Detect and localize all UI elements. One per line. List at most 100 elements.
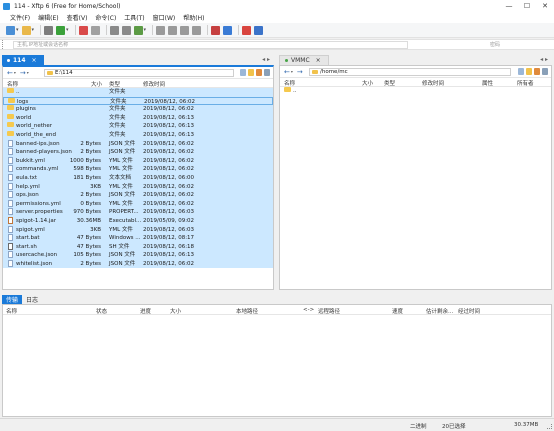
file-row[interactable]: world_the_end 文件夹 2019/08/12, 06:13 [3, 130, 273, 140]
file-row[interactable]: ops.json 2 Bytes JSON 文件 2019/08/12, 06:02 [3, 191, 273, 200]
view-mode-icon[interactable] [542, 68, 548, 75]
xmanager-icon[interactable] [223, 25, 233, 35]
back-arrow-icon[interactable]: ← [7, 69, 13, 77]
paste-icon[interactable] [168, 25, 178, 35]
col-modified[interactable]: 修改时间 [143, 80, 165, 88]
parent-folder-icon[interactable] [248, 69, 254, 76]
disconnect-icon[interactable] [192, 25, 202, 35]
file-row[interactable]: eula.txt 181 Bytes 文本文档 2019/08/12, 06:00 [3, 173, 273, 183]
file-row[interactable]: commands.yml 598 Bytes YML 文件 2019/08/12, 0… [3, 165, 273, 174]
maximize-button[interactable]: ☐ [518, 0, 536, 12]
tab-close-icon[interactable]: × [32, 57, 37, 64]
col-name[interactable]: 名称 [284, 79, 295, 87]
close-button[interactable]: ✕ [536, 0, 554, 12]
forward-arrow-icon[interactable]: → [20, 69, 26, 77]
new-session-icon[interactable] [6, 25, 15, 35]
file-row[interactable]: logs 文件夹 2019/08/12, 06:02 [3, 96, 273, 106]
col-attributes[interactable]: 属性 [482, 79, 493, 87]
file-row[interactable]: banned-ips.json 2 Bytes JSON 文件 2019/08/12,… [3, 139, 273, 149]
col-local-path[interactable]: 本地路径 [236, 307, 258, 315]
file-row[interactable]: .. [280, 87, 551, 96]
chevron-down-icon[interactable]: ▾ [27, 70, 29, 75]
copy-icon[interactable] [156, 25, 166, 35]
view-mode-icon[interactable] [264, 69, 270, 76]
chevron-down-icon[interactable]: ▾ [16, 27, 19, 33]
chevron-down-icon[interactable]: ▾ [66, 27, 69, 33]
col-elapsed[interactable]: 经过时间 [458, 307, 480, 315]
col-status[interactable]: 状态 [96, 307, 107, 315]
file-row[interactable]: .. 文件夹 [3, 88, 273, 97]
file-row[interactable]: world_nether 文件夹 2019/08/12, 06:13 [3, 122, 273, 131]
open-folder-icon[interactable] [21, 25, 31, 35]
col-size[interactable]: 大小 [362, 79, 373, 87]
tab-local-114[interactable]: 114 × [2, 55, 44, 65]
host-address-input[interactable]: 主机,IP地址或会话名称 [13, 40, 408, 49]
forward-arrow-icon[interactable]: → [297, 68, 303, 76]
transfer-icon[interactable] [133, 25, 143, 35]
stop-icon[interactable] [242, 25, 252, 35]
menu-command[interactable]: 命令(C) [91, 13, 120, 22]
file-row[interactable]: permissions.yml 0 Bytes YML 文件 2019/08/12, … [3, 199, 273, 209]
menu-file[interactable]: 文件(F) [6, 13, 34, 22]
delete-icon[interactable] [180, 25, 190, 35]
parent-folder-icon[interactable] [526, 68, 532, 75]
refresh-icon[interactable] [56, 25, 66, 35]
col-type[interactable]: 类型 [109, 80, 120, 88]
file-row[interactable]: start.sh 47 Bytes SH 文件 2019/08/12, 06:18 [3, 242, 273, 252]
file-row[interactable]: help.yml 3KB YML 文件 2019/08/12, 06:02 [3, 182, 273, 192]
tab-remote-vmmc[interactable]: VMMC × [279, 55, 329, 65]
new-folder-icon[interactable] [534, 68, 540, 75]
help-icon[interactable] [254, 25, 264, 35]
col-remote-path[interactable]: 远程路径 [318, 307, 340, 315]
tab-scroll-arrows[interactable]: ◂ ▸ [540, 56, 552, 65]
col-modified[interactable]: 修改时间 [422, 79, 444, 87]
file-row[interactable]: bukkit.yml 1000 Bytes YML 文件 2019/08/12, 06… [3, 156, 273, 166]
minimize-button[interactable]: — [500, 0, 518, 12]
tab-scroll-arrows[interactable]: ◂ ▸ [262, 56, 274, 65]
sync-icon[interactable] [90, 25, 100, 35]
dropdown-icon[interactable] [518, 68, 524, 75]
left-arrow-icon[interactable] [109, 25, 119, 35]
tab-close-icon[interactable]: × [316, 57, 321, 64]
file-row[interactable]: spigot-1.14.jar 30.36MB Executabl... 2019/0… [3, 216, 273, 226]
local-path-input[interactable]: E:\114 [44, 69, 234, 77]
col-progress[interactable]: 进度 [140, 307, 151, 315]
back-arrow-icon[interactable]: ← [284, 68, 290, 76]
menu-tools[interactable]: 工具(T) [120, 13, 148, 22]
file-row[interactable]: banned-players.json 2 Bytes JSON 文件 2019/08… [3, 148, 273, 157]
dropdown-icon[interactable] [240, 69, 246, 76]
menu-view[interactable]: 查看(V) [63, 13, 92, 22]
menu-edit[interactable]: 编辑(E) [34, 13, 62, 22]
tab-transfers[interactable]: 传输 [2, 295, 23, 304]
remote-path-input[interactable]: /home/mc [309, 68, 511, 76]
chevron-down-icon[interactable]: ▾ [32, 27, 35, 33]
file-row[interactable]: whitelist.json 2 Bytes JSON 文件 2019/08/12, … [3, 259, 273, 269]
chevron-down-icon[interactable]: ▾ [291, 69, 293, 74]
resize-grip[interactable] [547, 424, 552, 429]
chevron-down-icon[interactable]: ▾ [144, 27, 147, 33]
col-name[interactable]: 名称 [7, 80, 18, 88]
new-folder-icon[interactable] [256, 69, 262, 76]
col-size[interactable]: 大小 [91, 80, 102, 88]
file-row[interactable]: usercache.json 105 Bytes JSON 文件 2019/08/12… [3, 251, 273, 260]
file-row[interactable]: plugins 文件夹 2019/08/12, 06:02 [3, 105, 273, 114]
properties-icon[interactable] [44, 25, 54, 35]
col-direction[interactable]: <-> [303, 307, 314, 313]
chevron-down-icon[interactable]: ▾ [14, 70, 16, 75]
menu-window[interactable]: 窗口(W) [149, 13, 180, 22]
col-size[interactable]: 大小 [170, 307, 181, 315]
tab-log[interactable]: 日志 [22, 295, 42, 304]
col-name[interactable]: 名称 [6, 307, 17, 315]
menu-help[interactable]: 帮助(H) [179, 13, 208, 22]
col-owner[interactable]: 所有者 [517, 79, 534, 87]
file-row[interactable]: spigot.yml 3KB YML 文件 2019/08/12, 06:03 [3, 225, 273, 235]
file-row[interactable]: start.bat 47 Bytes Windows ... 2019/08/12, … [3, 234, 273, 243]
right-arrow-icon[interactable] [121, 25, 131, 35]
xshell-icon[interactable] [211, 25, 221, 35]
col-type[interactable]: 类型 [384, 79, 395, 87]
file-row[interactable]: world 文件夹 2019/08/12, 06:13 [3, 113, 273, 123]
col-speed[interactable]: 速度 [392, 307, 403, 315]
new-folder-icon[interactable] [78, 25, 88, 35]
file-row[interactable]: server.properties 970 Bytes PROPERT... 2019… [3, 208, 273, 217]
col-eta[interactable]: 估计剩余... [426, 307, 453, 315]
